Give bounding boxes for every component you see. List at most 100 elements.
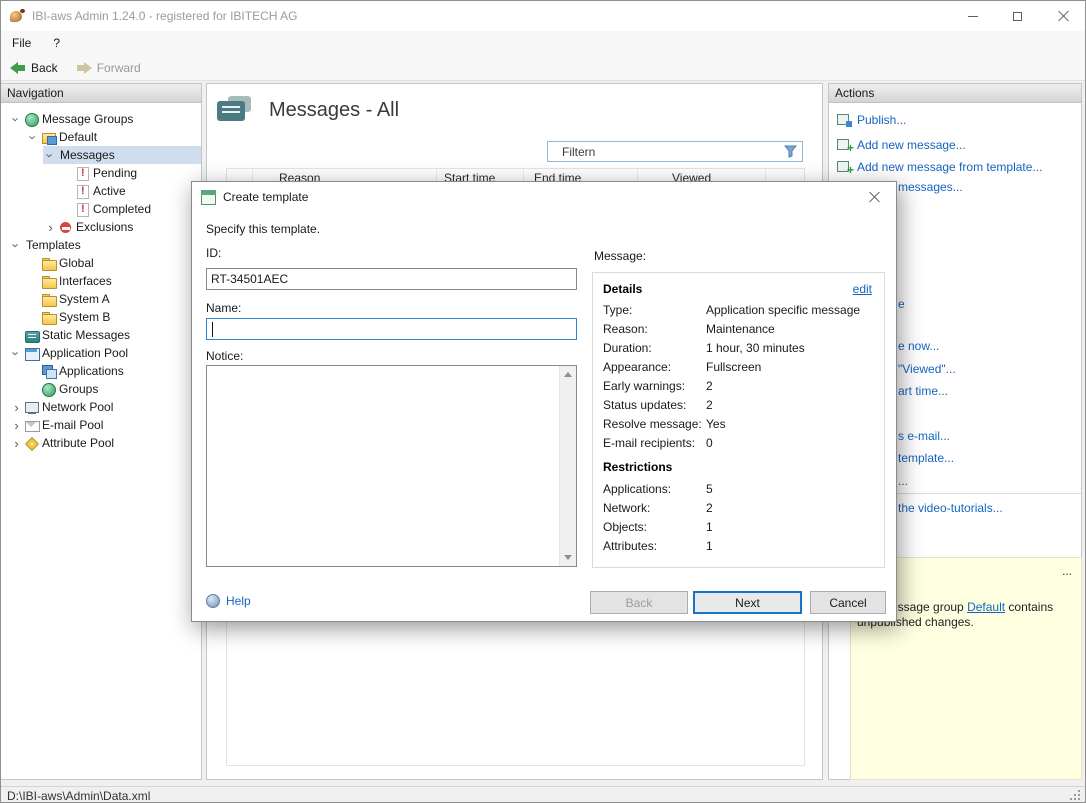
minimize-button[interactable] bbox=[950, 1, 995, 31]
tree-item-application-pool[interactable]: Application Pool bbox=[1, 344, 201, 362]
chevron-right-icon[interactable] bbox=[43, 220, 58, 235]
tree-label: Pending bbox=[93, 166, 138, 180]
vertical-scrollbar[interactable] bbox=[559, 366, 576, 566]
close-button[interactable] bbox=[1040, 1, 1085, 31]
chevron-down-icon[interactable] bbox=[9, 238, 24, 253]
cancel-button[interactable]: Cancel bbox=[810, 591, 886, 614]
tree-label: Static Messages bbox=[42, 328, 131, 342]
help-link[interactable]: Help bbox=[206, 594, 251, 608]
folder-icon bbox=[41, 274, 57, 289]
publish-link[interactable]: Publish... bbox=[837, 112, 906, 127]
arrow-up-icon bbox=[564, 372, 572, 377]
clipped-link[interactable]: "Viewed"... bbox=[898, 362, 956, 376]
tree-item-applications[interactable]: Applications bbox=[1, 362, 201, 380]
window-title: IBI-aws Admin 1.24.0 - registered for IB… bbox=[32, 9, 298, 23]
id-field[interactable] bbox=[206, 268, 577, 290]
scroll-down-button[interactable] bbox=[560, 549, 576, 566]
clipped-link[interactable]: e now... bbox=[898, 339, 939, 353]
help-label: Help bbox=[226, 594, 251, 608]
tree-item-active[interactable]: Active bbox=[1, 182, 201, 200]
tree-item-message-groups[interactable]: Message Groups bbox=[1, 110, 201, 128]
menu-help[interactable]: ? bbox=[42, 31, 71, 55]
maximize-icon bbox=[1013, 11, 1022, 21]
resize-grip[interactable] bbox=[1078, 790, 1080, 792]
title-bar[interactable]: IBI-aws Admin 1.24.0 - registered for IB… bbox=[1, 1, 1085, 31]
exclusions-icon bbox=[58, 220, 74, 235]
email-pool-icon bbox=[24, 418, 40, 433]
menu-bar: File ? bbox=[1, 31, 1085, 55]
chevron-down-icon[interactable] bbox=[9, 346, 24, 361]
filter-funnel-icon[interactable] bbox=[784, 145, 797, 158]
name-field[interactable] bbox=[206, 318, 577, 340]
folder-icon bbox=[41, 292, 57, 307]
detail-value: 0 bbox=[706, 436, 713, 450]
chevron-down-icon[interactable] bbox=[9, 112, 24, 127]
detail-value: Fullscreen bbox=[706, 360, 762, 374]
tree-label: Default bbox=[59, 130, 98, 144]
chevron-right-icon[interactable] bbox=[9, 400, 24, 415]
default-group-link[interactable]: Default bbox=[967, 600, 1005, 614]
tree-item-system-b[interactable]: System B bbox=[1, 308, 201, 326]
menu-file[interactable]: File bbox=[1, 31, 42, 55]
tree-item-groups[interactable]: Groups bbox=[1, 380, 201, 398]
scroll-up-button[interactable] bbox=[560, 366, 576, 383]
tree-item-interfaces[interactable]: Interfaces bbox=[1, 272, 201, 290]
restriction-value: 1 bbox=[706, 539, 713, 553]
restriction-row: Applications: 5 bbox=[603, 482, 878, 501]
notice-textarea[interactable] bbox=[206, 365, 577, 567]
tree-item-pending[interactable]: Pending bbox=[1, 164, 201, 182]
add-new-message-link[interactable]: Add new message... bbox=[837, 137, 966, 155]
tree-item-attribute-pool[interactable]: Attribute Pool bbox=[1, 434, 201, 452]
clipped-link[interactable]: s e-mail... bbox=[898, 429, 950, 443]
filter-input[interactable]: Filtern bbox=[547, 141, 803, 162]
dialog-title-bar[interactable]: Create template bbox=[192, 182, 896, 212]
tree-label: Message Groups bbox=[42, 112, 134, 126]
navigation-toolbar: Back Forward bbox=[1, 55, 1085, 81]
tree-item-exclusions[interactable]: Exclusions bbox=[1, 218, 201, 236]
clipped-link[interactable]: art time... bbox=[898, 384, 948, 398]
actions-header: Actions bbox=[829, 84, 1081, 103]
chevron-right-icon[interactable] bbox=[9, 436, 24, 451]
chevron-right-icon[interactable] bbox=[9, 418, 24, 433]
tree-item-completed[interactable]: Completed bbox=[1, 200, 201, 218]
minimize-icon bbox=[967, 15, 978, 17]
tree-item-default[interactable]: Default bbox=[1, 128, 201, 146]
tree-item-system-a[interactable]: System A bbox=[1, 290, 201, 308]
back-label: Back bbox=[31, 60, 58, 75]
navigation-header: Navigation bbox=[1, 84, 201, 103]
dialog-title: Create template bbox=[223, 190, 309, 204]
forward-arrow-icon bbox=[76, 61, 92, 74]
message-summary-panel: Details edit Type: Application specific m… bbox=[592, 272, 885, 568]
chevron-down-icon[interactable] bbox=[43, 148, 58, 163]
clipped-link[interactable]: the video-tutorials... bbox=[898, 501, 1003, 515]
detail-row: E-mail recipients: 0 bbox=[603, 436, 878, 455]
detail-value: 2 bbox=[706, 379, 713, 393]
next-button[interactable]: Next bbox=[693, 591, 802, 614]
back-button[interactable]: Back bbox=[1, 55, 67, 80]
clipped-link[interactable]: template... bbox=[898, 451, 954, 465]
tree-item-messages[interactable]: Messages bbox=[1, 146, 201, 164]
detail-row: Status updates: 2 bbox=[603, 398, 878, 417]
restriction-label: Attributes: bbox=[603, 539, 658, 553]
dialog-close-button[interactable] bbox=[852, 182, 896, 212]
status-path: D:\IBI-aws\Admin\Data.xml bbox=[7, 788, 151, 803]
detail-label: Appearance: bbox=[603, 360, 672, 374]
tree-label: Applications bbox=[59, 364, 124, 378]
add-message-from-template-link[interactable]: Add new message from template... bbox=[837, 159, 1042, 177]
tree-item-global[interactable]: Global bbox=[1, 254, 201, 272]
close-icon bbox=[868, 191, 880, 203]
maximize-button[interactable] bbox=[995, 1, 1040, 31]
tree-item-email-pool[interactable]: E-mail Pool bbox=[1, 416, 201, 434]
completed-message-icon bbox=[75, 202, 91, 217]
edit-link[interactable]: edit bbox=[853, 282, 872, 296]
clipped-link[interactable]: e bbox=[898, 297, 905, 311]
filter-placeholder: Filtern bbox=[562, 144, 596, 159]
tree-item-static-messages[interactable]: Static Messages bbox=[1, 326, 201, 344]
detail-label: Duration: bbox=[603, 341, 652, 355]
chevron-down-icon[interactable] bbox=[26, 130, 41, 145]
clipped-link[interactable]: messages... bbox=[898, 180, 963, 194]
tree-item-network-pool[interactable]: Network Pool bbox=[1, 398, 201, 416]
tree-item-templates[interactable]: Templates bbox=[1, 236, 201, 254]
tree-label: Attribute Pool bbox=[42, 436, 115, 450]
clipped-link[interactable]: ... bbox=[898, 474, 908, 488]
